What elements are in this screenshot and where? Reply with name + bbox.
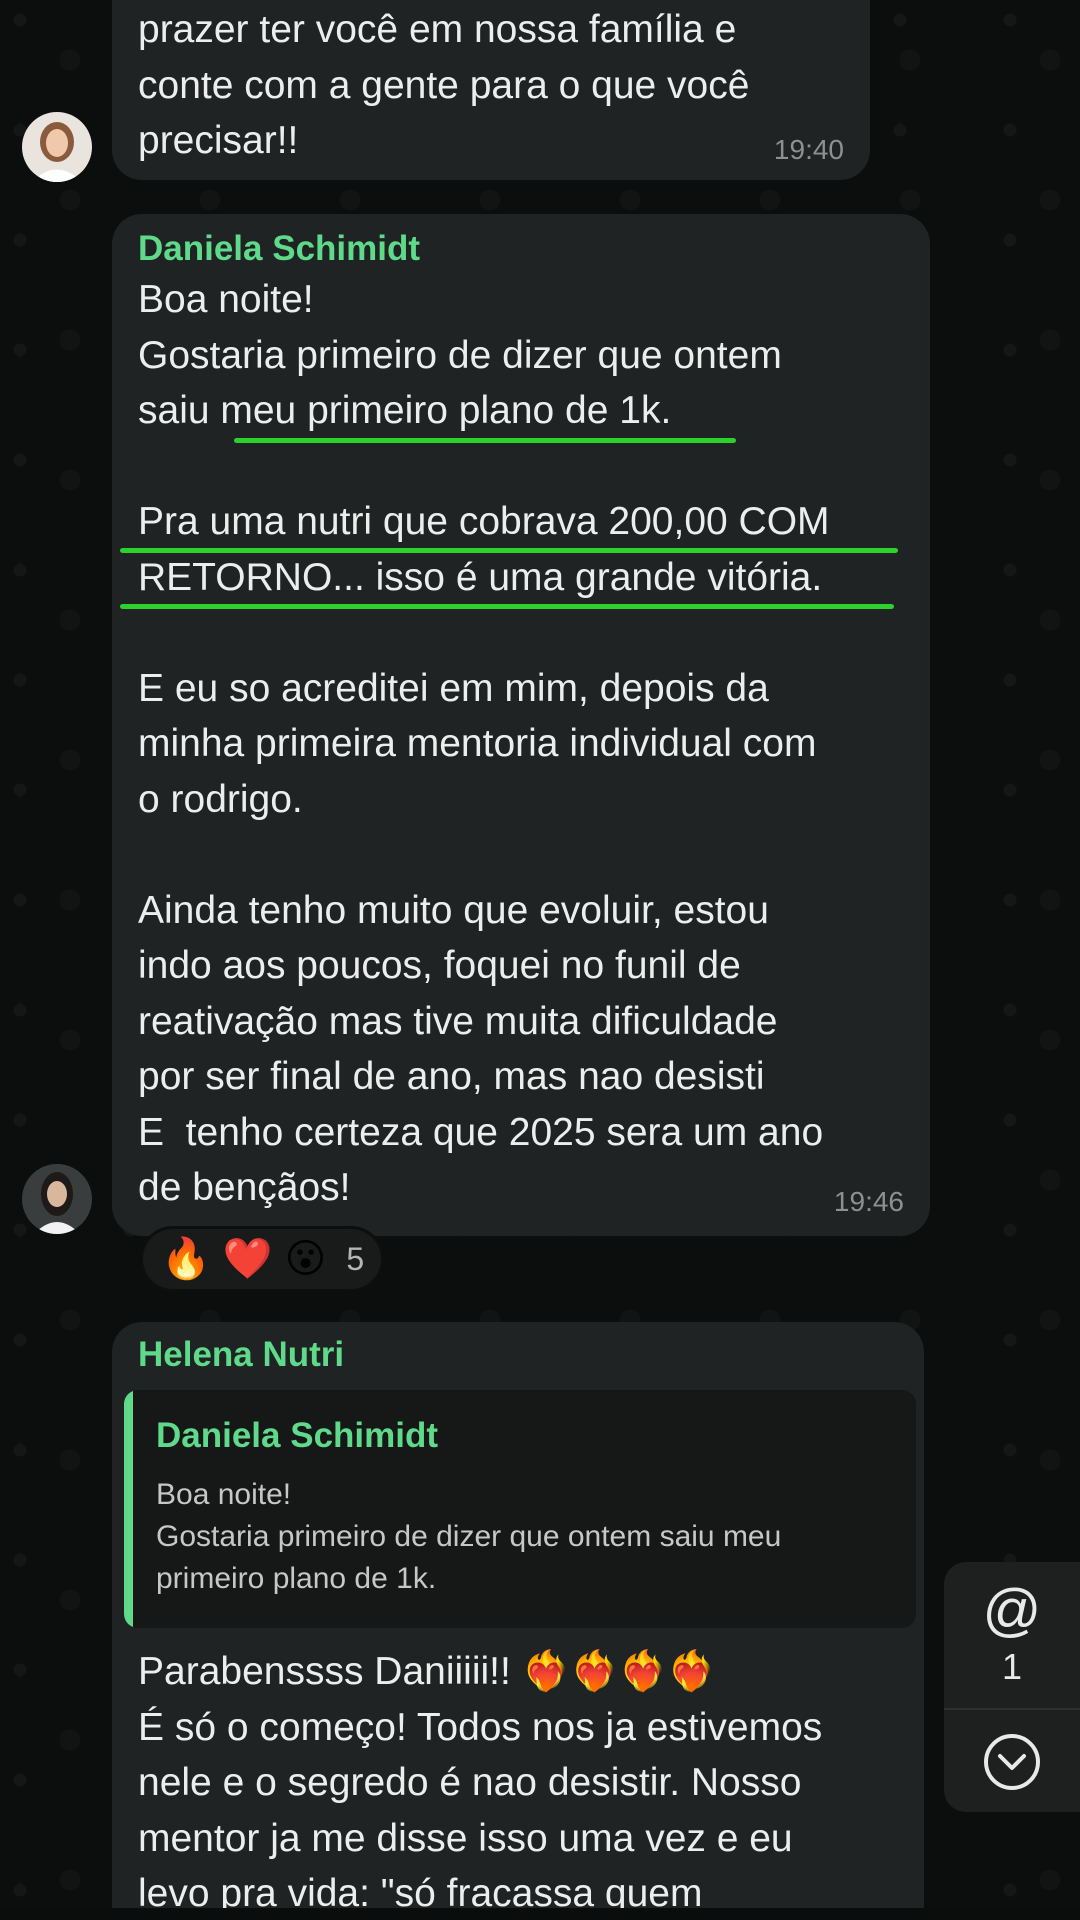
message-text: Boa noite! Gostaria primeiro de dizer qu… bbox=[138, 278, 830, 1209]
chevron-down-icon bbox=[984, 1734, 1040, 1790]
sender-name[interactable]: Helena Nutri bbox=[138, 1332, 898, 1378]
sender-name[interactable]: Daniela Schimidt bbox=[138, 226, 904, 272]
quoted-sender-name: Daniela Schimidt bbox=[156, 1416, 439, 1455]
message-bubble[interactable]: Daniela Schimidt Boa noite! Gostaria pri… bbox=[112, 214, 930, 1236]
floating-nav-panel: @ 1 bbox=[944, 1562, 1080, 1812]
quoted-text: Boa noite! Gostaria primeiro de dizer qu… bbox=[156, 1478, 782, 1595]
highlight-underline bbox=[234, 438, 736, 443]
bottom-edge bbox=[0, 1908, 1080, 1920]
reactions-pill[interactable]: 🔥 ❤️ 😮 5 bbox=[140, 1226, 384, 1292]
mention-button[interactable]: @ 1 bbox=[944, 1562, 1080, 1708]
message-time: 19:40 bbox=[773, 134, 844, 165]
quoted-message[interactable]: Daniela Schimidt Boa noite! Gostaria pri… bbox=[124, 1390, 916, 1628]
quote-accent-bar bbox=[124, 1390, 133, 1628]
message-text: prazer ter você em nossa família e conte… bbox=[138, 8, 750, 162]
message-bubble[interactable]: prazer ter você em nossa família e conte… bbox=[112, 0, 870, 180]
reaction-count: 5 bbox=[346, 1240, 365, 1277]
scroll-to-bottom-button[interactable] bbox=[944, 1710, 1080, 1812]
highlight-underline bbox=[120, 604, 894, 609]
message-text: Parabenssss Daniiiii!! ❤️‍🔥❤️‍🔥❤️‍🔥❤️‍🔥 … bbox=[138, 1650, 823, 1915]
chat-screen: prazer ter você em nossa família e conte… bbox=[0, 0, 1080, 1920]
mention-icon: @ bbox=[982, 1578, 1042, 1643]
avatar[interactable] bbox=[22, 112, 92, 182]
avatar[interactable] bbox=[22, 1164, 92, 1234]
highlight-underline bbox=[120, 548, 898, 553]
fire-reaction-icon: 🔥 bbox=[161, 1237, 211, 1281]
surprised-reaction-icon: 😮 bbox=[284, 1237, 327, 1281]
message-time: 19:46 bbox=[833, 1186, 904, 1217]
mention-count: 1 bbox=[1001, 1646, 1023, 1687]
heart-reaction-icon: ❤️ bbox=[222, 1237, 273, 1281]
